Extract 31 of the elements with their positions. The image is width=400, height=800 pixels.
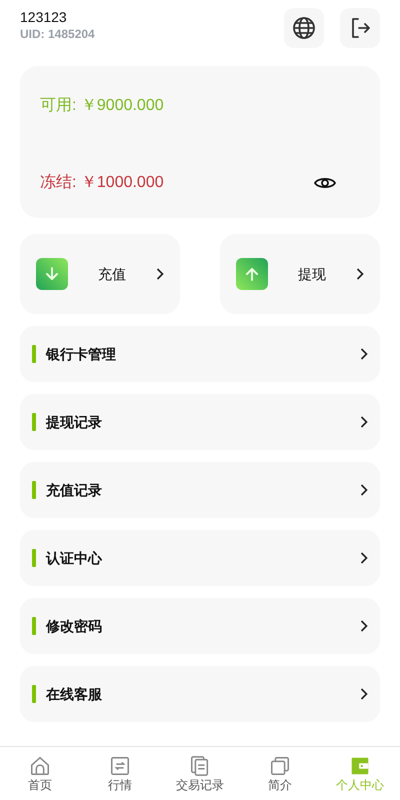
exchange-icon	[109, 755, 131, 777]
available-balance: 可用: ￥9000.000	[40, 97, 164, 114]
withdraw-button[interactable]: 提现	[220, 234, 380, 314]
chevron-right-icon	[360, 416, 368, 428]
menu-item[interactable]: 银行卡管理	[20, 326, 380, 382]
chevron-right-icon	[360, 348, 368, 360]
squares-icon	[269, 755, 291, 777]
arrow-up-icon	[236, 258, 268, 290]
language-button[interactable]	[284, 8, 324, 48]
menu-item[interactable]: 提现记录	[20, 394, 380, 450]
home-icon	[29, 755, 51, 777]
chevron-right-icon	[360, 620, 368, 632]
chevron-right-icon	[360, 484, 368, 496]
globe-icon	[292, 16, 316, 40]
eye-icon[interactable]	[314, 175, 336, 191]
username: 123123	[20, 8, 68, 26]
logout-button[interactable]	[340, 8, 380, 48]
wallet-icon	[349, 755, 371, 777]
chevron-right-icon	[360, 552, 368, 564]
menu-item[interactable]: 修改密码	[20, 598, 380, 654]
chevron-right-icon	[360, 688, 368, 700]
documents-icon	[189, 755, 211, 777]
menu-item[interactable]: 认证中心	[20, 530, 380, 586]
menu-item[interactable]: 在线客服	[20, 666, 380, 722]
arrow-down-icon	[36, 258, 68, 290]
deposit-button[interactable]: 充值	[20, 234, 180, 314]
user-id: UID: 1485204	[20, 26, 95, 42]
chevron-right-icon	[156, 268, 164, 280]
menu-item[interactable]: 充值记录	[20, 462, 380, 518]
chevron-right-icon	[356, 268, 364, 280]
frozen-balance: 冻结: ￥1000.000	[40, 172, 164, 193]
